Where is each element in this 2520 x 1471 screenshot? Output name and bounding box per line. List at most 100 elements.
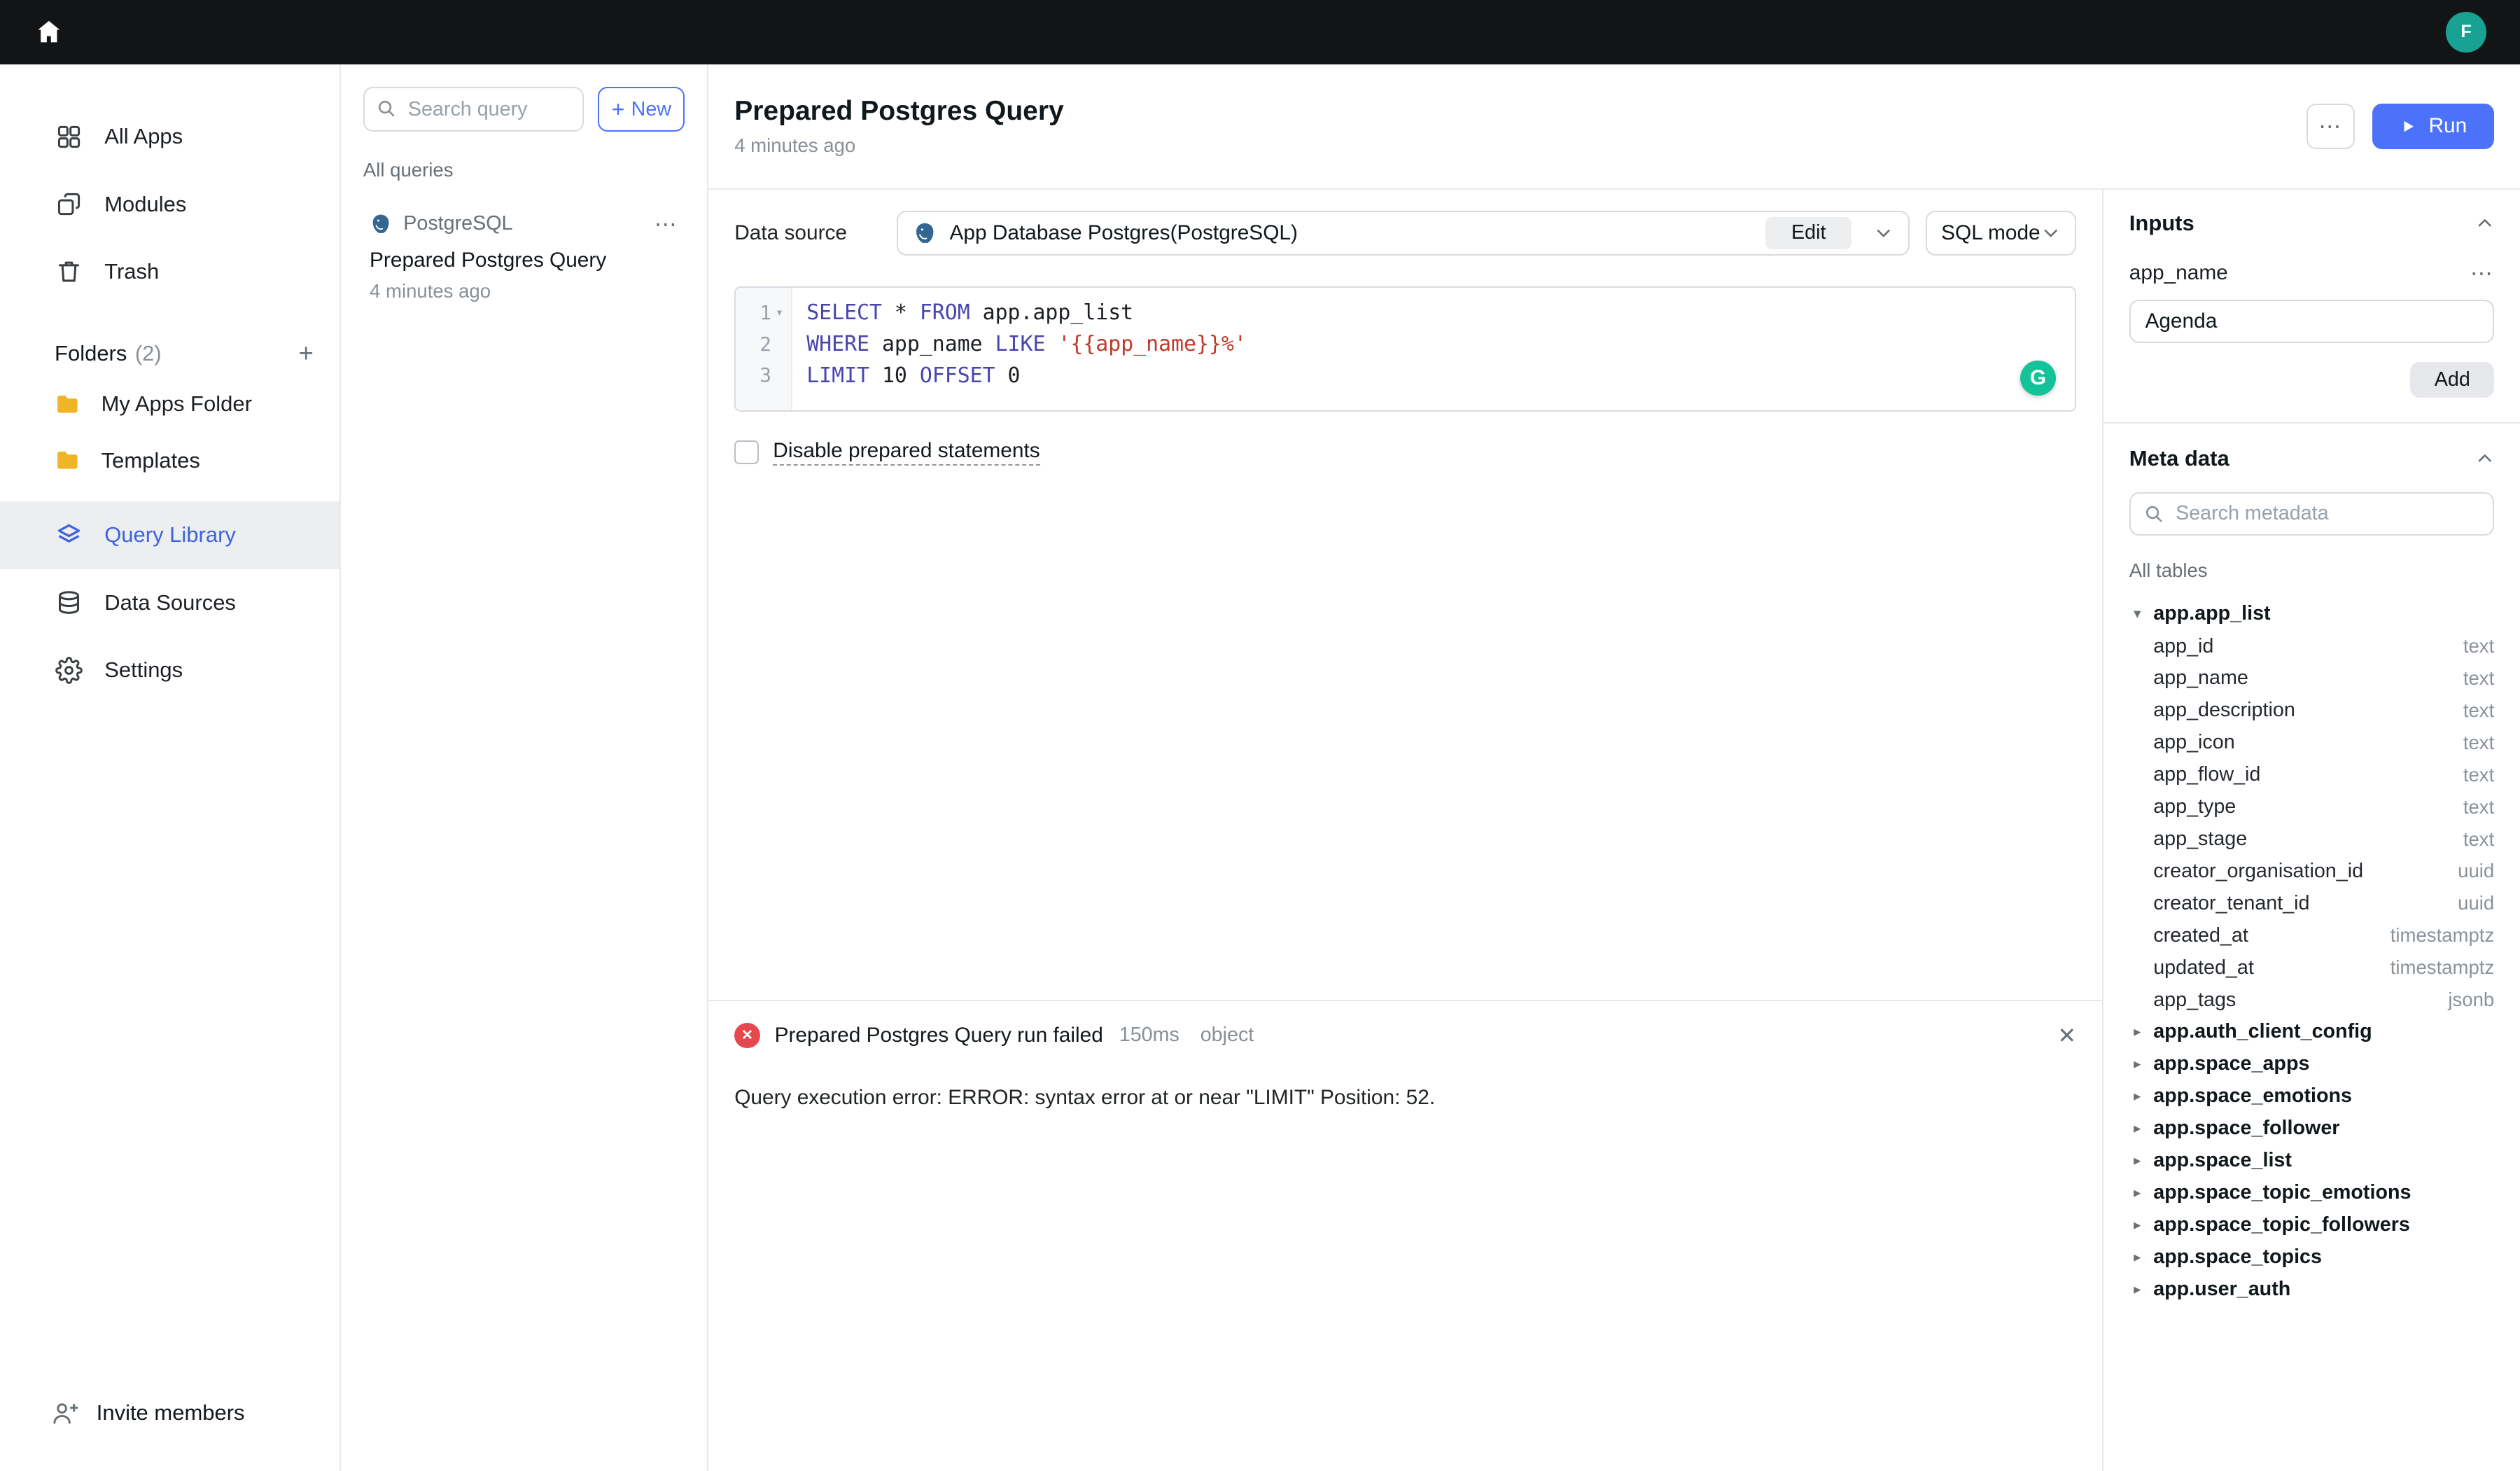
table-columns: app_idtextapp_nametextapp_descriptiontex…	[2129, 630, 2494, 1016]
caret-right-icon: ▸	[2129, 1216, 2146, 1234]
table-name: app.auth_client_config	[2153, 1020, 2372, 1043]
table-collapsed-row[interactable]: ▸app.user_auth	[2129, 1273, 2494, 1305]
gutter-line: 2	[736, 328, 790, 360]
datasource-label: Data source	[734, 221, 897, 245]
inputs-section-header[interactable]: Inputs	[2129, 211, 2494, 236]
table-collapsed-row[interactable]: ▸app.space_follower	[2129, 1113, 2494, 1145]
datasource-row: Data source App Database Postgres(Postgr…	[734, 211, 2076, 256]
run-button[interactable]: Run	[2372, 104, 2494, 148]
sidebar-item-query-library[interactable]: Query Library	[0, 501, 340, 569]
table-collapsed-row[interactable]: ▸app.space_list	[2129, 1145, 2494, 1177]
prepared-statements-row: Disable prepared statements	[734, 439, 2076, 466]
chevron-up-icon	[2475, 449, 2495, 468]
folder-item-templates[interactable]: Templates	[0, 433, 340, 489]
editor-code[interactable]: SELECT * FROM app.app_listWHERE app_name…	[792, 288, 2076, 410]
home-icon[interactable]	[34, 17, 64, 48]
caret-right-icon: ▸	[2129, 1281, 2146, 1298]
param-value-input[interactable]	[2129, 300, 2494, 343]
table-collapsed-row[interactable]: ▸app.space_emotions	[2129, 1080, 2494, 1113]
table-column-row[interactable]: app_flow_idtext	[2129, 759, 2494, 791]
code-line[interactable]: LIMIT 10 OFFSET 0	[806, 360, 2075, 391]
column-type: jsonb	[2448, 989, 2494, 1011]
sidebar-item-modules[interactable]: Modules	[0, 170, 340, 237]
fold-caret-icon[interactable]: ▾	[771, 305, 788, 320]
more-actions-button[interactable]: ⋯	[2306, 104, 2355, 148]
table-collapsed-row[interactable]: ▸app.space_apps	[2129, 1048, 2494, 1080]
caret-right-icon: ▸	[2129, 1023, 2146, 1040]
caret-down-icon: ▾	[2129, 605, 2146, 622]
code-line[interactable]: WHERE app_name LIKE '{{app_name}}%'	[806, 328, 2075, 360]
table-collapsed-row[interactable]: ▸ app.auth_client_config	[2129, 1016, 2494, 1048]
column-name: app_type	[2153, 795, 2236, 818]
page-header-titles: Prepared Postgres Query 4 minutes ago	[734, 96, 1064, 157]
folders-header: Folders (2) +	[0, 331, 340, 376]
add-folder-icon[interactable]: +	[299, 341, 314, 367]
table-expanded-header[interactable]: ▾ app.app_list	[2129, 597, 2494, 630]
disable-prepared-label: Disable prepared statements	[773, 439, 1040, 466]
all-tables-label: All tables	[2129, 559, 2494, 582]
result-title: Prepared Postgres Query run failed	[775, 1024, 1103, 1047]
query-list-item[interactable]: PostgreSQL ⋯ Prepared Postgres Query 4 m…	[363, 201, 685, 312]
grammarly-icon[interactable]: G	[2020, 361, 2056, 396]
sql-editor[interactable]: 1▾23 SELECT * FROM app.app_listWHERE app…	[734, 286, 2076, 412]
page-title: Prepared Postgres Query	[734, 96, 1064, 127]
table-column-row[interactable]: creator_tenant_iduuid	[2129, 887, 2494, 919]
table-column-row[interactable]: app_stagetext	[2129, 823, 2494, 856]
column-name: app_id	[2153, 635, 2213, 658]
table-column-row[interactable]: app_tags jsonb	[2129, 984, 2494, 1016]
column-type: text	[2463, 635, 2494, 657]
table-column-row[interactable]: updated_attimestamptz	[2129, 951, 2494, 984]
table-collapsed-row[interactable]: ▸app.space_topic_followers	[2129, 1208, 2494, 1241]
table-collapsed-row[interactable]: ▸app.space_topic_emotions	[2129, 1177, 2494, 1209]
sidebar-item-label: All Apps	[104, 124, 183, 149]
sidebar-item-all-apps[interactable]: All Apps	[0, 103, 340, 170]
table-column-row[interactable]: creator_organisation_iduuid	[2129, 855, 2494, 887]
metadata-search-input[interactable]	[2129, 492, 2494, 536]
content-row: Data source App Database Postgres(Postgr…	[708, 190, 2520, 1471]
main-row: All Apps Modules Trash Folders (2) +	[0, 64, 2520, 1471]
metadata-section-header[interactable]: Meta data	[2129, 446, 2494, 471]
code-token: app.app_list	[970, 300, 1133, 325]
column-type: text	[2463, 764, 2494, 786]
invite-members-button[interactable]: Invite members	[0, 1381, 340, 1445]
result-type-tab[interactable]: object	[1200, 1024, 1254, 1047]
chevron-down-icon	[1874, 223, 1893, 243]
sidebar-item-settings[interactable]: Settings	[0, 636, 340, 704]
datasource-select[interactable]: App Database Postgres(PostgreSQL) Edit	[897, 211, 1909, 256]
datasource-value: App Database Postgres(PostgreSQL)	[950, 221, 1298, 245]
table-column-row[interactable]: app_nametext	[2129, 662, 2494, 695]
query-item-menu-icon[interactable]: ⋯	[654, 211, 678, 237]
close-icon[interactable]: ✕	[2057, 1022, 2076, 1049]
add-user-icon	[51, 1400, 78, 1427]
query-datasource-label: PostgreSQL	[403, 212, 512, 235]
sidebar-item-data-sources[interactable]: Data Sources	[0, 569, 340, 636]
table-column-row[interactable]: app_icontext	[2129, 727, 2494, 759]
folder-item-my-apps[interactable]: My Apps Folder	[0, 376, 340, 432]
query-item-modified: 4 minutes ago	[370, 280, 678, 302]
add-row: Add	[2129, 362, 2494, 398]
param-menu-icon[interactable]: ⋯	[2470, 260, 2494, 286]
postgresql-icon	[913, 221, 937, 245]
table-collapsed-row[interactable]: ▸app.space_topics	[2129, 1241, 2494, 1273]
table-column-row[interactable]: app_descriptiontext	[2129, 695, 2494, 727]
table-column-row[interactable]: app_id text	[2129, 630, 2494, 662]
new-query-button[interactable]: + New	[598, 87, 685, 132]
edit-datasource-button[interactable]: Edit	[1765, 217, 1851, 250]
sidebar-item-trash[interactable]: Trash	[0, 238, 340, 305]
add-input-button[interactable]: Add	[2410, 362, 2494, 398]
disable-prepared-checkbox[interactable]	[734, 440, 758, 464]
all-queries-label: All queries	[363, 159, 685, 181]
database-icon	[55, 588, 83, 617]
column-name: creator_organisation_id	[2153, 860, 2363, 883]
folders-label: Folders	[55, 341, 127, 366]
page-header: Prepared Postgres Query 4 minutes ago ⋯ …	[708, 64, 2520, 190]
table-column-row[interactable]: app_typetext	[2129, 791, 2494, 823]
sql-mode-select[interactable]: SQL mode	[1926, 211, 2077, 256]
column-name: app_name	[2153, 667, 2248, 690]
caret-right-icon: ▸	[2129, 1184, 2146, 1201]
code-line[interactable]: SELECT * FROM app.app_list	[806, 297, 2075, 328]
column-name: app_tags	[2153, 989, 2236, 1012]
avatar[interactable]: F	[2446, 12, 2486, 52]
new-query-label: New	[631, 98, 671, 121]
table-column-row[interactable]: created_attimestamptz	[2129, 919, 2494, 951]
